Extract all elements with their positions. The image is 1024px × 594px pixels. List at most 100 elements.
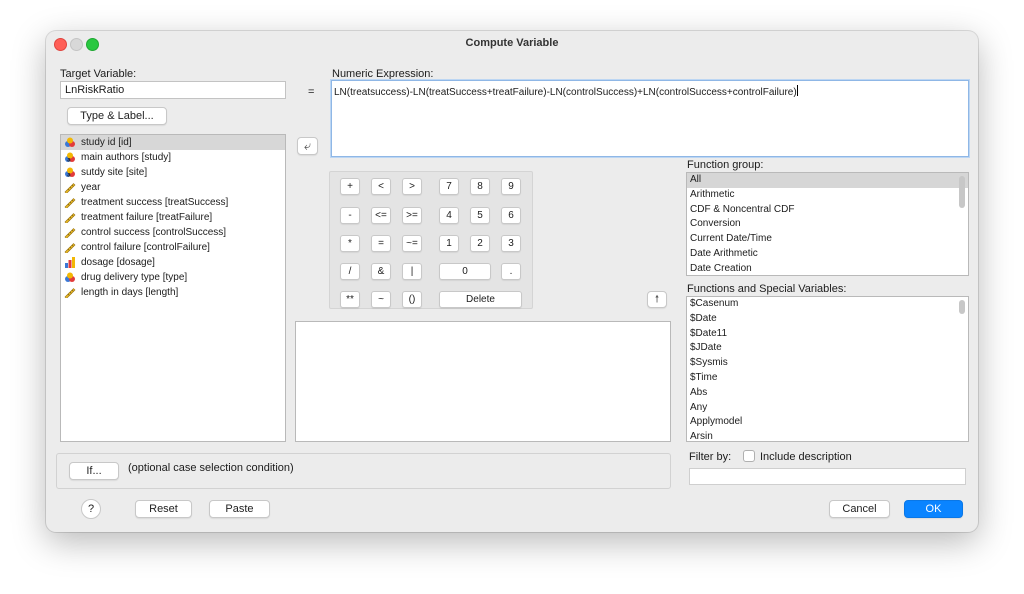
keypad-key[interactable]: 0	[439, 263, 491, 280]
function-item[interactable]: $Casenum	[687, 297, 968, 312]
functions-list[interactable]: $Casenum $Date $Date11 $JDate $Sysmis $Time Ab…	[686, 296, 969, 442]
keypad-key[interactable]: 7	[439, 178, 459, 195]
keypad-key[interactable]: /	[340, 263, 360, 280]
variable-item[interactable]: study id [id]	[61, 135, 285, 150]
if-button[interactable]: If...	[69, 462, 119, 480]
scale-ruler-icon	[64, 287, 76, 299]
keypad-key[interactable]: 2	[470, 235, 490, 252]
close-window-button[interactable]	[54, 38, 67, 51]
keypad-key[interactable]: -	[340, 207, 360, 224]
if-condition-text: (optional case selection condition)	[128, 462, 294, 474]
variable-item[interactable]: a sutdy site [site]	[61, 165, 285, 180]
function-item[interactable]: Any	[687, 401, 968, 416]
keypad-key[interactable]: >=	[402, 207, 422, 224]
function-item[interactable]: $Sysmis	[687, 356, 968, 371]
function-item[interactable]: $Date11	[687, 327, 968, 342]
cancel-button[interactable]: Cancel	[829, 500, 890, 518]
keypad-key[interactable]: 8	[470, 178, 490, 195]
function-item[interactable]: Arsin	[687, 430, 968, 441]
variable-item[interactable]: treatment success [treatSuccess]	[61, 195, 285, 210]
functions-scrollbar[interactable]	[959, 300, 965, 314]
variable-label: dosage [dosage]	[81, 257, 155, 268]
calculator-keypad: + < >7 8 9 - <= >= 4 5 6 * = ~= 1 2 3 /& | 0. ** ~ () Delete	[329, 171, 533, 309]
keypad-key[interactable]: 4	[439, 207, 459, 224]
minimize-window-button[interactable]	[70, 38, 83, 51]
function-group-item[interactable]: CDF & Noncentral CDF	[687, 203, 968, 218]
variable-item[interactable]: dosage [dosage]	[61, 255, 285, 270]
variable-label: treatment failure [treatFailure]	[81, 212, 213, 223]
type-and-label-button[interactable]: Type & Label...	[67, 107, 167, 125]
numeric-expression-label: Numeric Expression:	[332, 68, 434, 80]
function-group-item[interactable]: Date Arithmetic	[687, 247, 968, 262]
keypad-key[interactable]: |	[402, 263, 422, 280]
include-description-label: Include description	[760, 451, 852, 463]
text-cursor	[796, 85, 798, 96]
arrow-left-icon: ⤶	[303, 138, 312, 153]
keypad-key[interactable]: =	[371, 235, 391, 252]
target-variable-input[interactable]: LnRiskRatio	[60, 81, 286, 99]
variable-item[interactable]: year	[61, 180, 285, 195]
function-group-scrollbar[interactable]	[959, 176, 965, 208]
keypad-key[interactable]: *	[340, 235, 360, 252]
keypad-key[interactable]: +	[340, 178, 360, 195]
zoom-window-button[interactable]	[86, 38, 99, 51]
include-description-checkbox[interactable]	[743, 450, 755, 462]
numeric-expression-input[interactable]: LN(treatsuccess)-LN(treatSuccess+treatFa…	[331, 80, 969, 157]
function-item[interactable]: $Time	[687, 371, 968, 386]
function-group-item[interactable]: Conversion	[687, 217, 968, 232]
keypad-key[interactable]: <	[371, 178, 391, 195]
paste-button[interactable]: Paste	[209, 500, 270, 518]
variable-item[interactable]: control failure [controlFailure]	[61, 240, 285, 255]
function-group-item[interactable]: Arithmetic	[687, 188, 968, 203]
keypad-key[interactable]: 1	[439, 235, 459, 252]
variable-item[interactable]: drug delivery type [type]	[61, 270, 285, 285]
functions-label: Functions and Special Variables:	[687, 283, 847, 295]
function-group-item[interactable]: Date Creation	[687, 262, 968, 275]
compute-variable-dialog: Compute Variable Target Variable: LnRisk…	[46, 31, 978, 532]
function-group-label: Function group:	[687, 159, 764, 171]
move-variable-button[interactable]: ⤶	[297, 137, 318, 155]
function-item[interactable]: $Date	[687, 312, 968, 327]
variable-label: length in days [length]	[81, 287, 179, 298]
function-up-button[interactable]: 🠕	[647, 291, 667, 308]
reset-button[interactable]: Reset	[135, 500, 192, 518]
window-title: Compute Variable	[465, 37, 559, 49]
keypad-key[interactable]: 3	[501, 235, 521, 252]
variable-label: control success [controlSuccess]	[81, 227, 227, 238]
variable-label: year	[81, 182, 101, 193]
ok-button[interactable]: OK	[904, 500, 963, 518]
function-item[interactable]: Applymodel	[687, 415, 968, 430]
keypad-key[interactable]: 9	[501, 178, 521, 195]
keypad-key[interactable]: 6	[501, 207, 521, 224]
filter-input[interactable]	[689, 468, 966, 485]
title-bar: Compute Variable	[46, 31, 978, 55]
nominal-string-icon: a	[64, 152, 76, 164]
function-item[interactable]: $JDate	[687, 341, 968, 356]
scale-ruler-icon	[64, 227, 76, 239]
keypad-key[interactable]: &	[371, 263, 391, 280]
function-group-item[interactable]: Current Date/Time	[687, 232, 968, 247]
nominal-string-icon: a	[64, 167, 76, 179]
keypad-key[interactable]: **	[340, 291, 360, 308]
help-button[interactable]: ?	[81, 499, 101, 519]
keypad-key[interactable]: <=	[371, 207, 391, 224]
variable-item[interactable]: length in days [length]	[61, 285, 285, 300]
variable-item[interactable]: treatment failure [treatFailure]	[61, 210, 285, 225]
keypad-key[interactable]: 5	[470, 207, 490, 224]
keypad-key[interactable]: Delete	[439, 291, 522, 308]
keypad-key[interactable]: ~=	[402, 235, 422, 252]
function-group-list[interactable]: All Arithmetic CDF & Noncentral CDF Convers…	[686, 172, 969, 276]
keypad-key[interactable]: ()	[402, 291, 422, 308]
keypad-key[interactable]: .	[501, 263, 521, 280]
variables-list[interactable]: study id [id] a main authors [study] a sutdy…	[60, 134, 286, 442]
variable-label: drug delivery type [type]	[81, 272, 188, 283]
variable-label: treatment success [treatSuccess]	[81, 197, 229, 208]
variable-item[interactable]: a main authors [study]	[61, 150, 285, 165]
keypad-key[interactable]: ~	[371, 291, 391, 308]
function-item[interactable]: Abs	[687, 386, 968, 401]
scale-ruler-icon	[64, 242, 76, 254]
variable-item[interactable]: control success [controlSuccess]	[61, 225, 285, 240]
function-group-item[interactable]: All	[687, 173, 968, 188]
nominal-icon	[64, 137, 76, 148]
keypad-key[interactable]: >	[402, 178, 422, 195]
